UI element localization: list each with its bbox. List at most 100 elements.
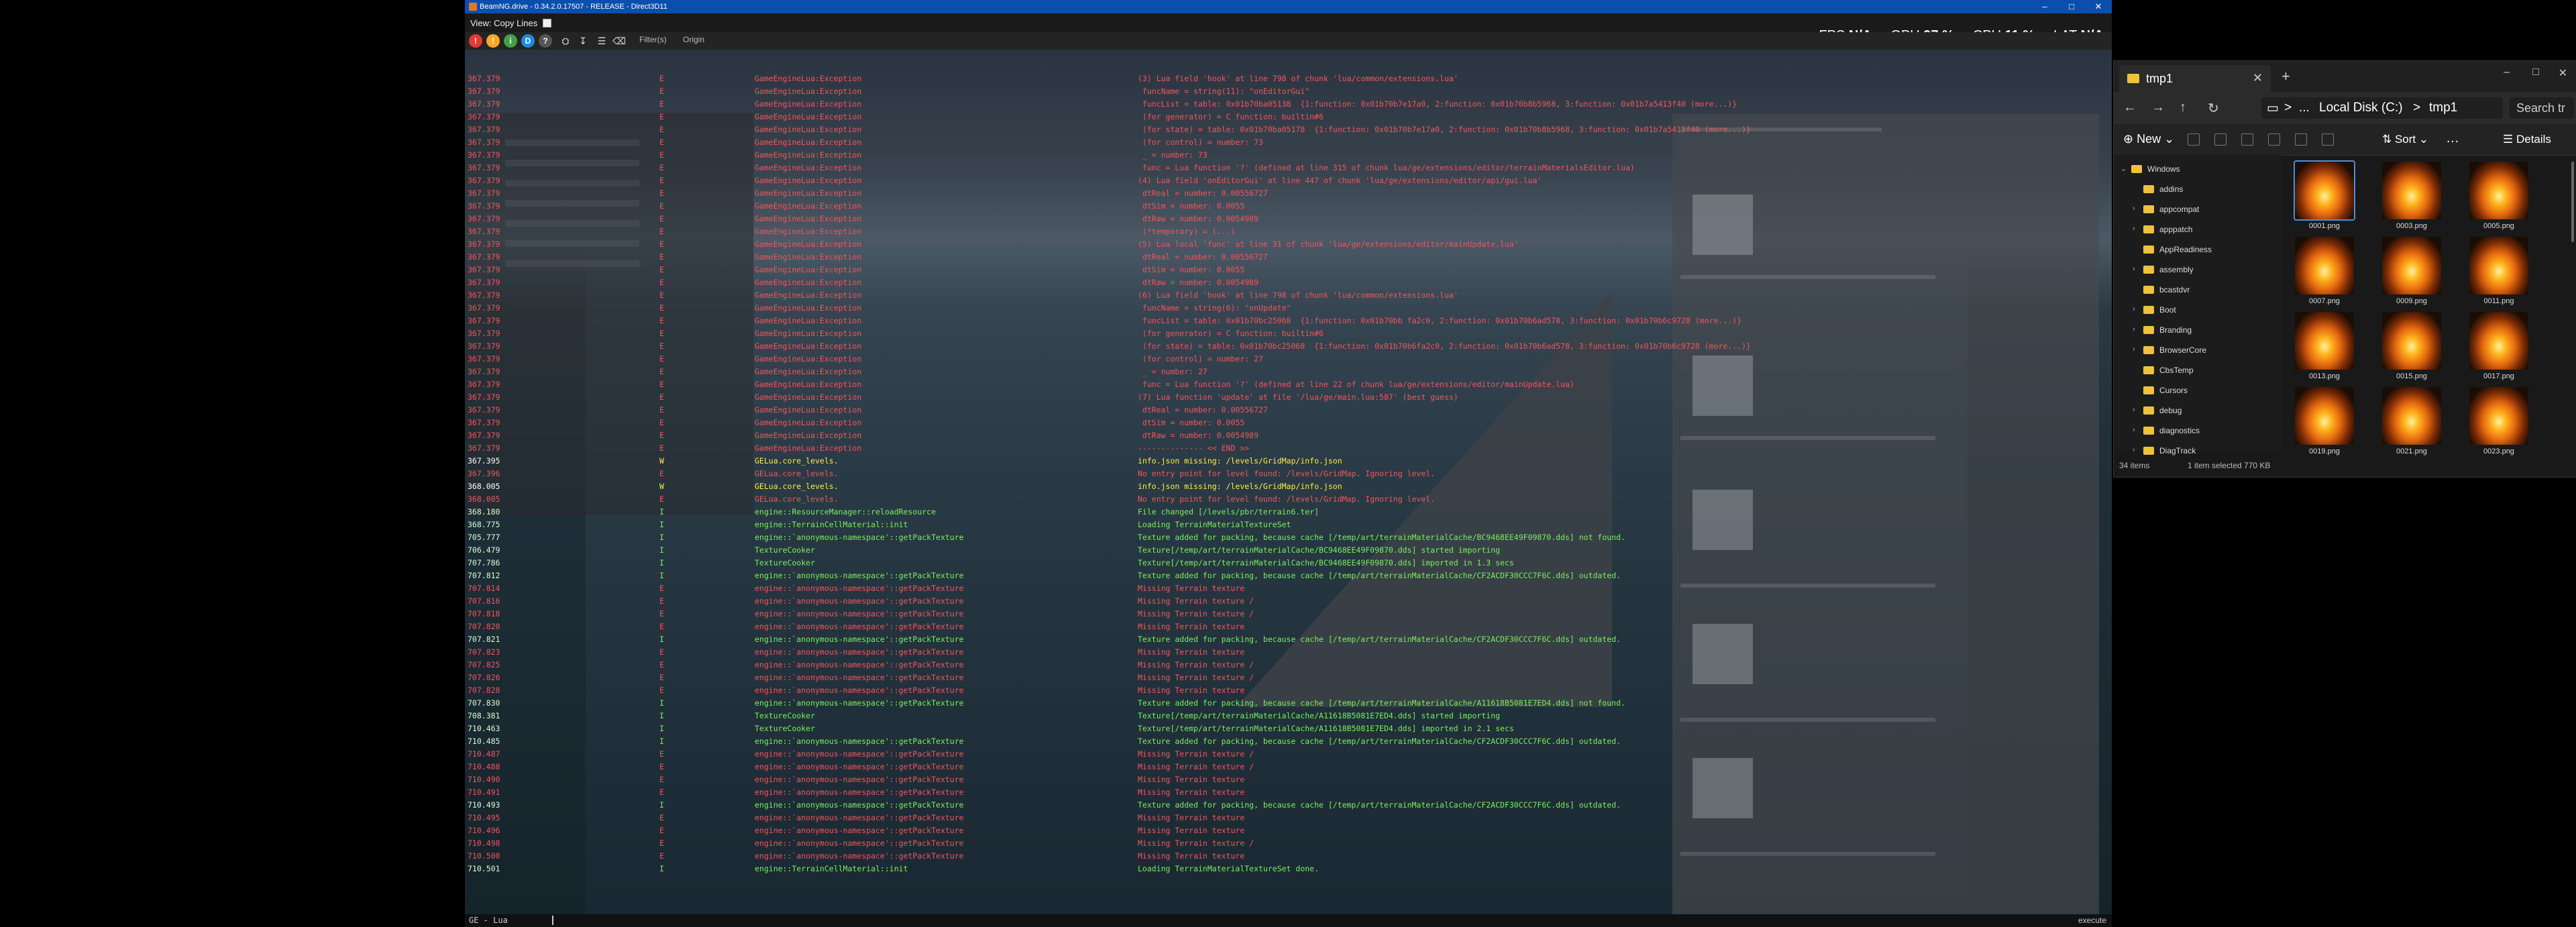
- tree-item[interactable]: CbsTemp: [2133, 362, 2280, 379]
- context-selector[interactable]: GE - Lua: [469, 916, 508, 925]
- up-icon[interactable]: ↑: [2180, 100, 2186, 115]
- file-thumbnail[interactable]: 0019.png: [2287, 386, 2362, 461]
- explorer-tab[interactable]: tmp1 ✕: [2119, 65, 2271, 92]
- tree-item[interactable]: › Branding: [2133, 321, 2280, 339]
- log-origin: TextureCooker: [755, 558, 816, 567]
- log-time: 367.379: [468, 138, 500, 147]
- file-thumbnail[interactable]: 0023.png: [2461, 386, 2536, 461]
- chevron-icon[interactable]: ›: [2133, 205, 2135, 213]
- details-button[interactable]: ☰ Details: [2503, 133, 2551, 146]
- breadcrumb-folder[interactable]: tmp1: [2429, 101, 2457, 115]
- file-thumbnail[interactable]: 0001.png: [2287, 160, 2362, 235]
- execute-button[interactable]: execute: [2078, 916, 2106, 925]
- tree-item[interactable]: › apppatch: [2133, 221, 2280, 238]
- new-button[interactable]: ⊕ New ⌄: [2123, 132, 2174, 146]
- file-thumbnail[interactable]: 0003.png: [2374, 160, 2449, 235]
- file-thumbnail[interactable]: 0021.png: [2374, 386, 2449, 461]
- log-origin: GameEngineLua:Exception: [755, 329, 862, 338]
- search-input[interactable]: Search tr: [2510, 97, 2574, 119]
- share-icon[interactable]: [2295, 133, 2307, 146]
- origin-filter[interactable]: Origin: [683, 35, 704, 44]
- log-origin: GameEngineLua:Exception: [755, 112, 862, 121]
- cut-icon[interactable]: [2188, 133, 2200, 146]
- tree-item[interactable]: addins: [2133, 180, 2280, 198]
- sort-button[interactable]: ⇅ Sort ⌄: [2382, 133, 2428, 146]
- warning-filter-icon[interactable]: !: [486, 34, 500, 48]
- log-message: Texture[/temp/art/terrainMaterialCache/B…: [1138, 545, 1501, 555]
- chevron-icon[interactable]: ›: [2133, 446, 2135, 454]
- chevron-icon[interactable]: ›: [2133, 345, 2135, 353]
- file-thumbnail[interactable]: 0013.png: [2287, 311, 2362, 386]
- log-level: E: [659, 660, 664, 669]
- log-level: E: [659, 227, 664, 236]
- back-icon[interactable]: ←: [2123, 100, 2137, 115]
- info-filter-icon[interactable]: i: [504, 34, 517, 48]
- help-icon[interactable]: ?: [539, 34, 552, 48]
- log-level: E: [659, 673, 664, 682]
- tree-item-label: DiagTrack: [2159, 446, 2196, 455]
- chevron-icon[interactable]: ›: [2133, 265, 2135, 273]
- close-button[interactable]: ✕: [2559, 66, 2567, 80]
- file-thumbnail[interactable]: 0011.png: [2461, 235, 2536, 311]
- maximize-button[interactable]: □: [2532, 66, 2539, 78]
- chevron-icon[interactable]: ⌄: [2121, 164, 2127, 173]
- copy-icon[interactable]: [2214, 133, 2226, 146]
- tree-item[interactable]: › diagnostics: [2133, 422, 2280, 439]
- rename-icon[interactable]: [2268, 133, 2280, 146]
- list-icon[interactable]: ☰: [595, 35, 608, 47]
- log-level: I: [659, 533, 664, 542]
- error-filter-icon[interactable]: !: [469, 34, 482, 48]
- command-input[interactable]: [552, 916, 553, 925]
- tree-item[interactable]: › Boot: [2133, 301, 2280, 319]
- file-thumbnail[interactable]: 0015.png: [2374, 311, 2449, 386]
- file-thumbnail[interactable]: 0009.png: [2374, 235, 2449, 311]
- log-level: E: [659, 584, 664, 593]
- vehicle-icon[interactable]: ⛭: [559, 35, 572, 47]
- minimize-button[interactable]: –: [2031, 0, 2058, 13]
- close-button[interactable]: ✕: [2085, 0, 2112, 13]
- copy-lines-checkbox[interactable]: [543, 18, 552, 28]
- scrollbar[interactable]: [2571, 162, 2574, 242]
- folder-icon: [2143, 366, 2154, 374]
- debug-filter-icon[interactable]: D: [521, 34, 535, 48]
- tree-item[interactable]: AppReadiness: [2133, 241, 2280, 258]
- log-level: E: [659, 138, 664, 147]
- breadcrumb-drive[interactable]: Local Disk (C:): [2319, 101, 2403, 115]
- minimize-button[interactable]: –: [2504, 66, 2510, 78]
- log-origin: GameEngineLua:Exception: [755, 252, 862, 262]
- tree-item[interactable]: Cursors: [2133, 382, 2280, 399]
- tree-item[interactable]: ⌄ Windows: [2121, 160, 2268, 178]
- delete-icon[interactable]: [2322, 133, 2334, 146]
- console-log[interactable]: 367.379 E GameEngineLua:Exception (3) Lua f…: [465, 72, 2112, 911]
- chevron-icon[interactable]: ›: [2133, 426, 2135, 434]
- close-tab-icon[interactable]: ✕: [2253, 71, 2263, 85]
- tree-item[interactable]: › debug: [2133, 402, 2280, 419]
- tree-item[interactable]: › assembly: [2133, 261, 2280, 278]
- address-path[interactable]: ▭ > ... Local Disk (C:) > tmp1: [2261, 97, 2503, 119]
- log-level: E: [659, 214, 664, 223]
- log-origin: GameEngineLua:Exception: [755, 87, 862, 96]
- file-thumbnail[interactable]: 0005.png: [2461, 160, 2536, 235]
- tree-item[interactable]: › appcompat: [2133, 201, 2280, 218]
- download-icon[interactable]: ↧: [576, 35, 590, 47]
- file-thumbnail[interactable]: 0017.png: [2461, 311, 2536, 386]
- new-tab-icon[interactable]: +: [2282, 68, 2290, 85]
- more-button[interactable]: …: [2446, 131, 2459, 146]
- view-menu[interactable]: View: Copy Lines: [470, 18, 537, 28]
- tree-item[interactable]: › BrowserCore: [2133, 341, 2280, 359]
- forward-icon[interactable]: →: [2151, 100, 2165, 115]
- filter-button[interactable]: Filter(s): [639, 35, 667, 44]
- clear-icon[interactable]: ⌫: [612, 35, 626, 47]
- maximize-button[interactable]: □: [2058, 0, 2085, 13]
- file-thumbnail[interactable]: 0007.png: [2287, 235, 2362, 311]
- paste-icon[interactable]: [2241, 133, 2253, 146]
- chevron-icon[interactable]: ›: [2133, 305, 2135, 313]
- log-message: Missing Terrain texture /: [1138, 762, 1254, 771]
- chevron-icon[interactable]: ›: [2133, 325, 2135, 333]
- refresh-icon[interactable]: ↻: [2208, 100, 2219, 117]
- chevron-icon[interactable]: ›: [2133, 406, 2135, 414]
- log-time: 710.495: [468, 813, 500, 822]
- log-level: E: [659, 838, 664, 848]
- chevron-icon[interactable]: ›: [2133, 225, 2135, 233]
- tree-item[interactable]: bcastdvr: [2133, 281, 2280, 298]
